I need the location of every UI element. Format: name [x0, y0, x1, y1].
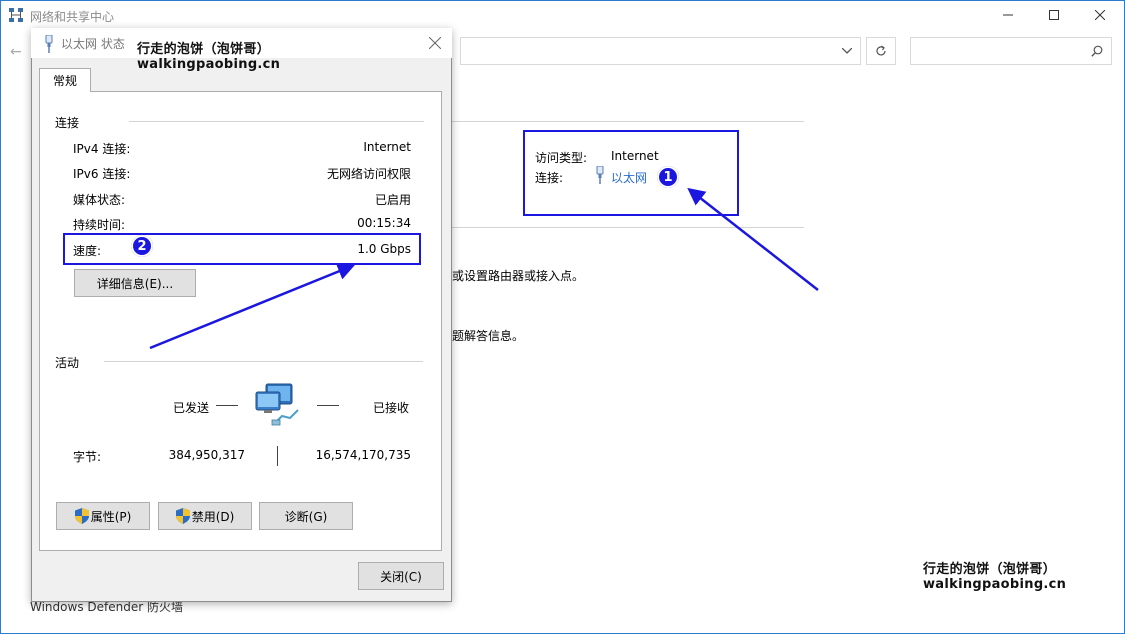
- network-computers-icon: [255, 383, 299, 426]
- bytes-received-value: 16,574,170,735: [315, 448, 411, 462]
- close-icon: [1095, 10, 1105, 20]
- watermark-url: walkingpaobing.cn: [923, 577, 1067, 592]
- bytes-sent-value: 384,950,317: [168, 448, 245, 462]
- ethernet-plug-icon: [45, 35, 53, 53]
- general-tab-panel: [39, 91, 442, 551]
- uac-shield-icon: [74, 508, 89, 524]
- minimize-icon: [1003, 14, 1013, 16]
- troubleshoot-text[interactable]: 题解答信息。: [452, 327, 524, 344]
- setup-router-text[interactable]: 或设置路由器或接入点。: [452, 267, 584, 284]
- refresh-button[interactable]: [866, 37, 896, 65]
- group-divider: [104, 361, 423, 362]
- media-state-value: 已启用: [374, 193, 411, 207]
- media-state-label: 媒体状态:: [73, 193, 126, 207]
- watermark-url: walkingpaobing.cn: [137, 57, 281, 72]
- tab-general[interactable]: 常规: [39, 68, 91, 92]
- duration-label: 持续时间:: [73, 218, 126, 232]
- highlight-box-connection: [523, 130, 739, 216]
- connection-group-label: 连接: [55, 116, 80, 130]
- step-badge-1: 1: [657, 166, 679, 188]
- minimize-button[interactable]: [985, 0, 1031, 30]
- dialog-title: 以太网 状态: [61, 37, 125, 51]
- sent-line: [216, 405, 238, 406]
- disable-button-label: 禁用(D): [191, 509, 235, 524]
- ipv6-value: 无网络访问权限: [326, 167, 411, 181]
- bytes-divider: [277, 446, 278, 466]
- search-icon[interactable]: [1088, 42, 1106, 60]
- back-arrow-icon[interactable]: ←: [10, 44, 22, 60]
- step-badge-2: 2: [131, 235, 153, 257]
- chevron-down-icon: [842, 48, 852, 54]
- watermark-title: 行走的泡饼（泡饼哥）: [137, 42, 271, 57]
- close-dialog-button[interactable]: 关闭(C): [358, 562, 444, 590]
- uac-shield-icon: [175, 508, 190, 524]
- highlight-box-speed: [63, 233, 421, 265]
- main-titlebar: [0, 0, 1125, 30]
- close-icon: [429, 37, 441, 49]
- duration-value: 00:15:34: [357, 216, 411, 230]
- section-divider: [452, 121, 804, 122]
- ipv4-value: Internet: [363, 140, 411, 154]
- dialog-close-button[interactable]: [420, 29, 450, 57]
- refresh-icon: [876, 45, 886, 56]
- network-sharing-center-icon: [9, 8, 23, 22]
- ipv6-label: IPv6 连接:: [73, 167, 131, 181]
- section-divider: [452, 227, 804, 228]
- window-title: 网络和共享中心: [30, 10, 115, 24]
- maximize-icon: [1049, 10, 1059, 20]
- sent-label: 已发送: [173, 401, 210, 415]
- watermark-title: 行走的泡饼（泡饼哥）: [923, 562, 1057, 577]
- details-button[interactable]: 详细信息(E)...: [74, 269, 196, 297]
- activity-group-label: 活动: [55, 356, 80, 370]
- address-bar[interactable]: [460, 37, 861, 65]
- properties-button-label: 属性(P): [90, 509, 132, 524]
- disable-button[interactable]: 禁用(D): [158, 502, 252, 530]
- properties-button[interactable]: 属性(P): [56, 502, 150, 530]
- diagnose-button[interactable]: 诊断(G): [259, 502, 353, 530]
- received-line: [317, 405, 339, 406]
- maximize-button[interactable]: [1031, 0, 1077, 30]
- ipv4-label: IPv4 连接:: [73, 142, 131, 156]
- close-window-button[interactable]: [1077, 0, 1123, 30]
- bytes-label: 字节:: [73, 450, 102, 464]
- group-divider: [129, 121, 424, 122]
- address-dropdown-button[interactable]: [838, 42, 856, 60]
- search-input[interactable]: [910, 37, 1112, 65]
- received-label: 已接收: [373, 401, 410, 415]
